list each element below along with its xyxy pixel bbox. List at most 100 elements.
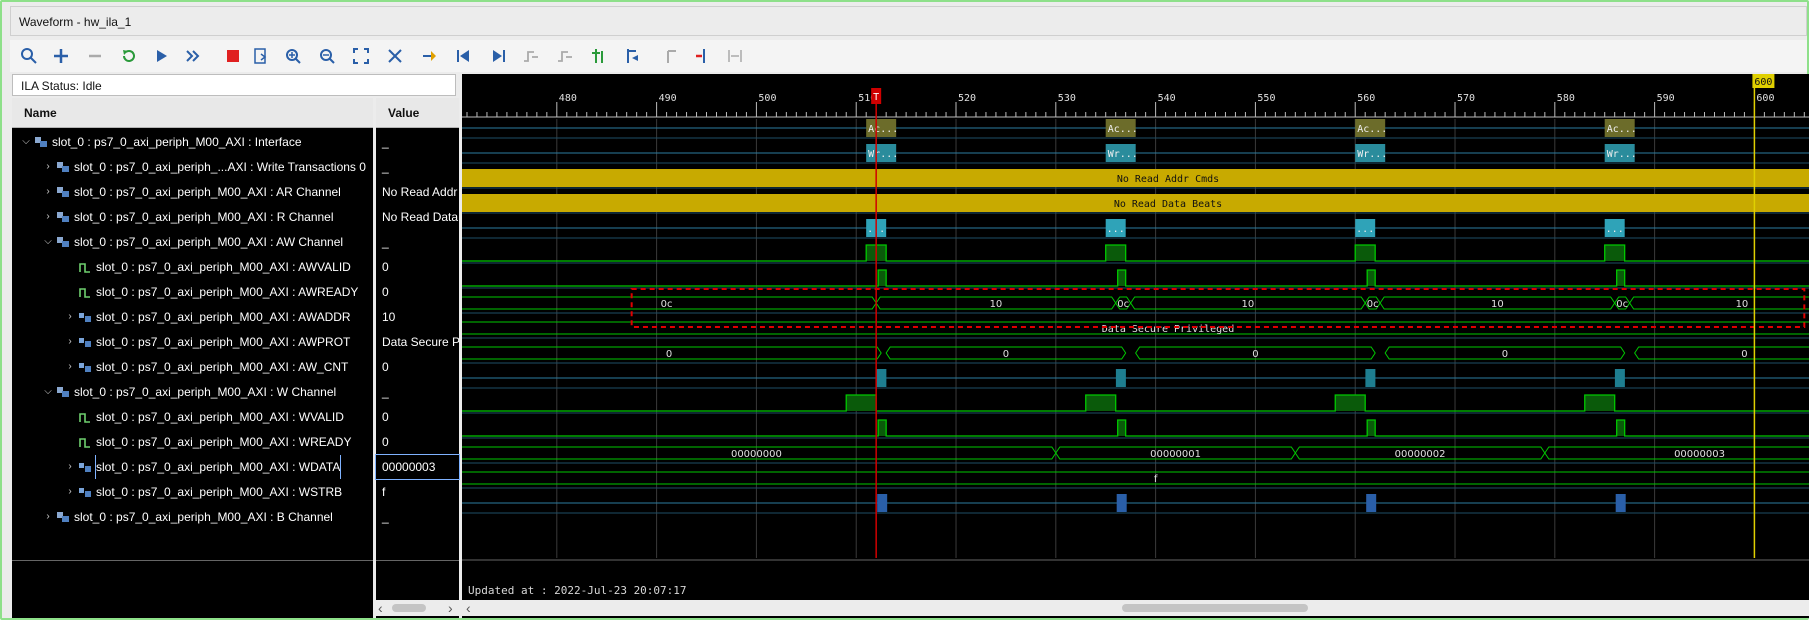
signal-value[interactable]: _ [376, 380, 459, 404]
expand-chevron-icon[interactable]: › [64, 305, 76, 329]
channel-block [877, 494, 888, 512]
signal-name: slot_0 : ps7_0_axi_periph_M00_AXI : AWAD… [96, 310, 351, 324]
run-button[interactable] [148, 43, 174, 69]
cursor-cut-button[interactable] [382, 43, 408, 69]
signal-row[interactable]: › slot_0 : ps7_0_axi_periph_M00_AXI : B C… [12, 505, 373, 529]
channel-label: ... [1356, 224, 1374, 235]
zoom-fit-icon [353, 48, 369, 64]
expand-chevron-icon[interactable]: › [42, 155, 54, 179]
fast-forward-button[interactable] [180, 43, 206, 69]
export-button[interactable] [248, 43, 274, 69]
signal-name: slot_0 : ps7_0_axi_periph_M00_AXI : R Ch… [74, 210, 334, 224]
updated-timestamp: Updated at : 2022-Jul-23 20:07:17 [468, 584, 687, 597]
signal-row[interactable]: › slot_0 : ps7_0_axi_periph_M00_AXI : AWA… [12, 305, 373, 329]
signal-value[interactable]: 0 [376, 255, 459, 279]
zoom-in-icon [286, 49, 301, 64]
value-pane-scrollbar[interactable]: ‹ › [376, 600, 459, 616]
prev-transition-icon [524, 51, 538, 62]
zoom-fit-button[interactable] [348, 43, 374, 69]
expand-chevron-icon[interactable]: › [64, 330, 76, 354]
status-bar-label: No Read Addr Cmds [1117, 174, 1219, 185]
next-transition-button[interactable] [552, 43, 578, 69]
next-marker-button[interactable] [656, 43, 682, 69]
minus-button[interactable] [82, 43, 108, 69]
signal-value[interactable]: _ [376, 230, 459, 254]
signal-row[interactable]: › slot_0 : ps7_0_axi_periph_M00_AXI : AWP… [12, 330, 373, 354]
expand-chevron-icon[interactable]: › [42, 205, 54, 229]
signal-row[interactable]: › slot_0 : ps7_0_axi_periph_...AXI : Writ… [12, 155, 373, 179]
pulse-fill [1367, 270, 1376, 286]
collapse-chevron-icon[interactable]: ⌵ [20, 130, 32, 154]
scroll-thumb[interactable] [392, 604, 426, 612]
swap-button[interactable] [722, 43, 748, 69]
signal-row[interactable]: ⌵ slot_0 : ps7_0_axi_periph_M00_AXI : W C… [12, 380, 373, 404]
signal-value[interactable]: Data Secure P [376, 330, 459, 354]
signal-row[interactable]: › slot_0 : ps7_0_axi_periph_M00_AXI : R C… [12, 205, 373, 229]
name-column-header[interactable]: Name [12, 98, 373, 128]
go-first-button[interactable] [450, 43, 476, 69]
go-last-button[interactable] [486, 43, 512, 69]
ruler-tick-label: 580 [1557, 93, 1575, 104]
signal-row[interactable]: slot_0 : ps7_0_axi_periph_M00_AXI : AWVA… [12, 255, 373, 279]
expand-chevron-icon[interactable]: › [64, 455, 76, 479]
search-button[interactable] [16, 43, 42, 69]
bus-value-label: 0c [1367, 299, 1379, 310]
bus-segment [1629, 296, 1809, 310]
add-marker-button[interactable] [586, 43, 612, 69]
scroll-left-icon[interactable]: ‹ [466, 600, 471, 616]
expand-chevron-icon[interactable]: › [42, 180, 54, 204]
signal-value[interactable]: _ [376, 155, 459, 179]
expand-chevron-icon[interactable]: › [64, 480, 76, 504]
pulse-fill [1355, 245, 1376, 261]
prev-transition-button[interactable] [518, 43, 544, 69]
zoom-out-button[interactable] [314, 43, 340, 69]
signal-row[interactable]: slot_0 : ps7_0_axi_periph_M00_AXI : AWRE… [12, 280, 373, 304]
fast-forward-icon [186, 50, 200, 62]
signal-name-pane: Name ⌵ slot_0 : ps7_0_axi_periph_M00_AXI … [12, 98, 373, 618]
pulse-fill [1584, 395, 1615, 411]
signal-row[interactable]: slot_0 : ps7_0_axi_periph_M00_AXI : WREA… [12, 430, 373, 454]
bus-value-label: 0c [1616, 299, 1628, 310]
zoom-in-button[interactable] [280, 43, 306, 69]
signal-row[interactable]: slot_0 : ps7_0_axi_periph_M00_AXI : WVAL… [12, 405, 373, 429]
scroll-right-icon[interactable]: › [448, 600, 453, 616]
signal-name: slot_0 : ps7_0_axi_periph_M00_AXI : WVAL… [96, 410, 344, 424]
remove-marker-button[interactable] [690, 43, 716, 69]
interface-icon [57, 237, 69, 247]
signal-value[interactable]: No Read Addr [376, 180, 459, 204]
signal-row[interactable]: › slot_0 : ps7_0_axi_periph_M00_AXI : WST… [12, 480, 373, 504]
signal-value[interactable]: _ [376, 505, 459, 529]
expand-chevron-icon[interactable]: › [42, 505, 54, 529]
value-column-header[interactable]: Value [376, 98, 459, 128]
signal-row[interactable]: › slot_0 : ps7_0_axi_periph_M00_AXI : AW_… [12, 355, 373, 379]
collapse-chevron-icon[interactable]: ⌵ [42, 380, 54, 404]
marker-button[interactable] [416, 43, 442, 69]
signal-value[interactable]: 0 [376, 355, 459, 379]
transaction-label: Ac... [868, 124, 898, 135]
signal-value[interactable]: 00000003 [375, 454, 460, 480]
bus-value-label: 10 [990, 299, 1003, 310]
signal-row[interactable]: ⌵ slot_0 : ps7_0_axi_periph_M00_AXI : Int… [12, 130, 373, 154]
interface-icon [35, 137, 47, 147]
signal-value[interactable]: 0 [376, 430, 459, 454]
refresh-button[interactable] [116, 43, 142, 69]
waveform-canvas[interactable]: 480 490 500 510 520 530 540 550 560 570 580 590 600 A… [462, 74, 1809, 618]
signal-row[interactable]: › slot_0 : ps7_0_axi_periph_M00_AXI : AR … [12, 180, 373, 204]
stop-button[interactable] [220, 43, 246, 69]
waveform-scrollbar[interactable]: ‹ [462, 600, 1809, 616]
signal-value[interactable]: 0 [376, 280, 459, 304]
expand-chevron-icon[interactable]: › [64, 355, 76, 379]
signal-value[interactable]: f [376, 480, 459, 504]
scroll-left-icon[interactable]: ‹ [378, 600, 383, 616]
signal-value[interactable]: 0 [376, 405, 459, 429]
scroll-thumb[interactable] [1122, 604, 1308, 612]
signal-value[interactable]: No Read Data [376, 205, 459, 229]
signal-row[interactable]: ⌵ slot_0 : ps7_0_axi_periph_M00_AXI : AW … [12, 230, 373, 254]
signal-value[interactable]: _ [376, 130, 459, 154]
prev-marker-button[interactable] [620, 43, 646, 69]
collapse-chevron-icon[interactable]: ⌵ [42, 230, 54, 254]
signal-row[interactable]: › slot_0 : ps7_0_axi_periph_M00_AXI : WDA… [12, 455, 373, 479]
plus-button[interactable] [48, 43, 74, 69]
signal-value[interactable]: 10 [376, 305, 459, 329]
go-last-icon [493, 50, 505, 62]
